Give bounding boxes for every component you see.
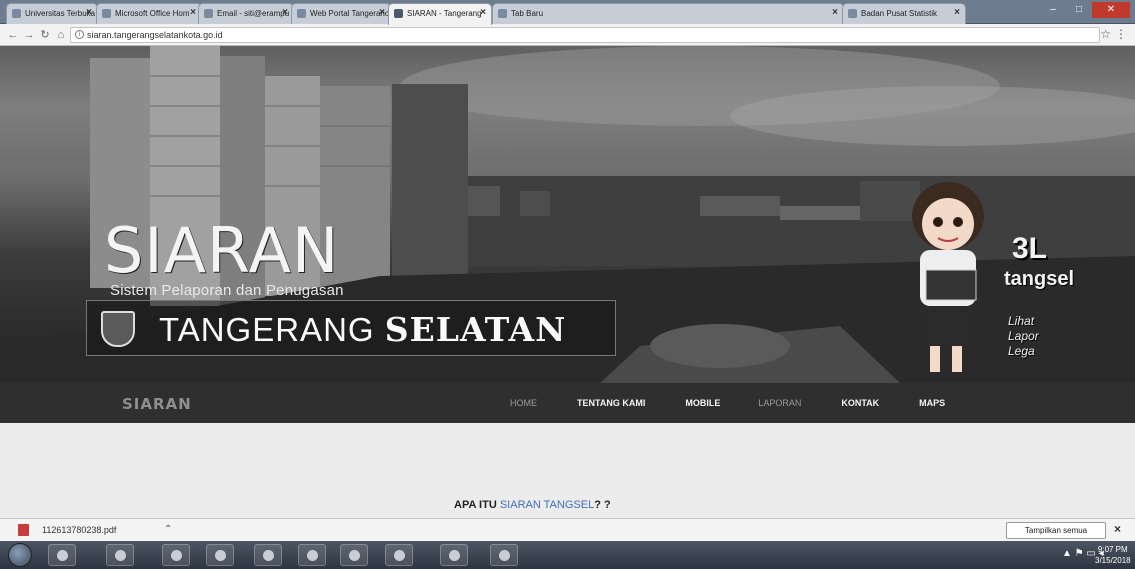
tab-close-icon[interactable]: × (379, 7, 385, 18)
city-emblem-icon (101, 311, 135, 347)
city-name-band: TANGERANG SELATAN (86, 300, 616, 356)
download-file-name: 112613780238.pdf (42, 525, 117, 535)
siaran-logo-subtitle: Sistem Pelaporan dan Penugasan (110, 282, 344, 299)
maximize-button[interactable]: □ (1066, 2, 1092, 18)
site-brand[interactable]: SIARAN (122, 395, 192, 413)
taskbar-app-media[interactable] (162, 544, 190, 566)
media-center-icon (349, 550, 360, 561)
nav-link-home[interactable]: HOME (510, 398, 537, 408)
browser-tab[interactable]: Badan Pusat Statistik × (842, 3, 966, 24)
site-navbar: SIARAN HOME TENTANG KAMI MOBILE LAPORAN … (0, 383, 1135, 423)
badge-3l: 3L (1012, 232, 1048, 265)
tab-label: SIARAN - Tangerang (407, 9, 482, 18)
tab-close-icon[interactable]: × (86, 7, 92, 18)
url-text: siaran.tangerangselatankota.go.id (87, 30, 223, 40)
firefox-icon (215, 550, 226, 561)
tab-label: Badan Pusat Statistik (861, 9, 938, 18)
browser-toolbar: ← → ↻ ⌂ i siaran.tangerangselatankota.go… (0, 24, 1135, 46)
taskbar-clock[interactable]: 9:07 PM 3/15/2018 (1095, 544, 1131, 566)
tab-label: Web Portal Tangeranc (310, 9, 389, 18)
nav-link-maps[interactable]: MAPS (919, 398, 945, 408)
pdf-file-icon (18, 524, 29, 536)
favicon-icon (102, 9, 111, 18)
address-bar[interactable]: i siaran.tangerangselatankota.go.id (70, 27, 1100, 43)
browser-tab[interactable]: Tab Baru × (492, 3, 844, 24)
favicon-icon (204, 9, 213, 18)
badge-item: Lapor (1008, 329, 1039, 343)
chrome-icon (263, 550, 274, 561)
nav-link-laporan[interactable]: LAPORAN (758, 398, 801, 408)
favicon-icon (12, 9, 21, 18)
nav-link-tentang-kami[interactable]: TENTANG KAMI (577, 398, 645, 408)
tab-close-icon[interactable]: × (954, 7, 960, 18)
page-content: APA ITU SIARAN TANGSEL? ? (0, 423, 1135, 518)
clock-date: 3/15/2018 (1095, 556, 1131, 565)
favicon-icon (848, 9, 857, 18)
folder-icon (115, 550, 126, 561)
show-all-downloads-button[interactable]: Tampilkan semua (1006, 522, 1106, 539)
bookmark-star-icon[interactable]: ☆ (1100, 27, 1111, 41)
window-close-button[interactable]: ✕ (1092, 2, 1130, 18)
taskbar-app-notepad[interactable] (385, 544, 413, 566)
nav-link-kontak[interactable]: KONTAK (841, 398, 879, 408)
nav-link-mobile[interactable]: MOBILE (685, 398, 720, 408)
taskbar-app-ie[interactable] (48, 544, 76, 566)
badge-list: Lihat Lapor Lega (1008, 314, 1039, 359)
shelf-close-icon[interactable]: × (1114, 522, 1121, 536)
browser-tab[interactable]: Universitas Terbuka × (6, 3, 98, 24)
reader-icon (499, 550, 510, 561)
browser-tab[interactable]: Web Portal Tangeranc × (291, 3, 391, 24)
taskbar-app-firefox[interactable] (206, 544, 234, 566)
tab-close-icon[interactable]: × (282, 7, 288, 18)
home-icon[interactable]: ⌂ (54, 27, 68, 43)
browser-tab[interactable]: Email - siti@erampu × (198, 3, 294, 24)
taskbar-app-media-center[interactable] (340, 544, 368, 566)
favicon-icon (498, 9, 507, 18)
taskbar-app-chrome[interactable] (254, 544, 282, 566)
download-item[interactable]: 112613780238.pdf ⌃ (4, 521, 179, 539)
tab-close-icon[interactable]: × (190, 7, 196, 18)
taskbar-app-skype[interactable] (440, 544, 468, 566)
browser-tab-strip: Universitas Terbuka × Microsoft Office H… (0, 0, 1135, 25)
siaran-logo-title: SIARAN (104, 214, 340, 287)
taskbar-app-reader[interactable] (490, 544, 518, 566)
chevron-up-icon[interactable]: ⌃ (164, 524, 172, 535)
site-nav-links: HOME TENTANG KAMI MOBILE LAPORAN KONTAK … (510, 383, 945, 423)
tab-label: Microsoft Office Hom (115, 9, 190, 18)
tab-label: Email - siti@erampu (217, 9, 290, 18)
badge-tangsel: tangsel (1004, 268, 1075, 290)
notepad-icon (394, 550, 405, 561)
clock-time: 9:07 PM (1097, 545, 1128, 554)
reload-icon[interactable]: ↻ (38, 27, 52, 43)
minimize-button[interactable]: – (1040, 2, 1066, 18)
badge-item: Lega (1008, 344, 1035, 358)
info-icon[interactable]: i (75, 30, 84, 39)
tab-close-icon[interactable]: × (832, 7, 838, 18)
favicon-icon (394, 9, 403, 18)
back-arrow-icon[interactable]: ← (6, 27, 20, 43)
hero-banner: SIARAN Sistem Pelaporan dan Penugasan TA… (0, 46, 1135, 383)
browser-menu-icon[interactable]: ⋮ (1115, 27, 1127, 41)
ie-icon (57, 550, 68, 561)
section-heading: APA ITU SIARAN TANGSEL? ? (454, 499, 611, 511)
badge-item: Lihat (1008, 314, 1035, 328)
tab-label: Universitas Terbuka (25, 9, 96, 18)
skype-icon (449, 550, 460, 561)
browser-tab-active[interactable]: SIARAN - Tangerang × (388, 3, 492, 25)
tab-label: Tab Baru (511, 9, 544, 18)
city-name: TANGERANG SELATAN (159, 310, 567, 349)
forward-arrow-icon[interactable]: → (22, 27, 36, 43)
start-button[interactable] (8, 543, 32, 567)
media-player-icon (171, 550, 182, 561)
browser-tab[interactable]: Microsoft Office Hom × (96, 3, 202, 24)
play-icon (307, 550, 318, 561)
windows-taskbar: ▲ ⚑ ▭ ◂ 9:07 PM 3/15/2018 (0, 541, 1135, 569)
tab-close-icon[interactable]: × (480, 7, 486, 18)
taskbar-app-explorer[interactable] (106, 544, 134, 566)
taskbar-app-player[interactable] (298, 544, 326, 566)
download-shelf: 112613780238.pdf ⌃ Tampilkan semua × (0, 518, 1135, 541)
favicon-icon (297, 9, 306, 18)
